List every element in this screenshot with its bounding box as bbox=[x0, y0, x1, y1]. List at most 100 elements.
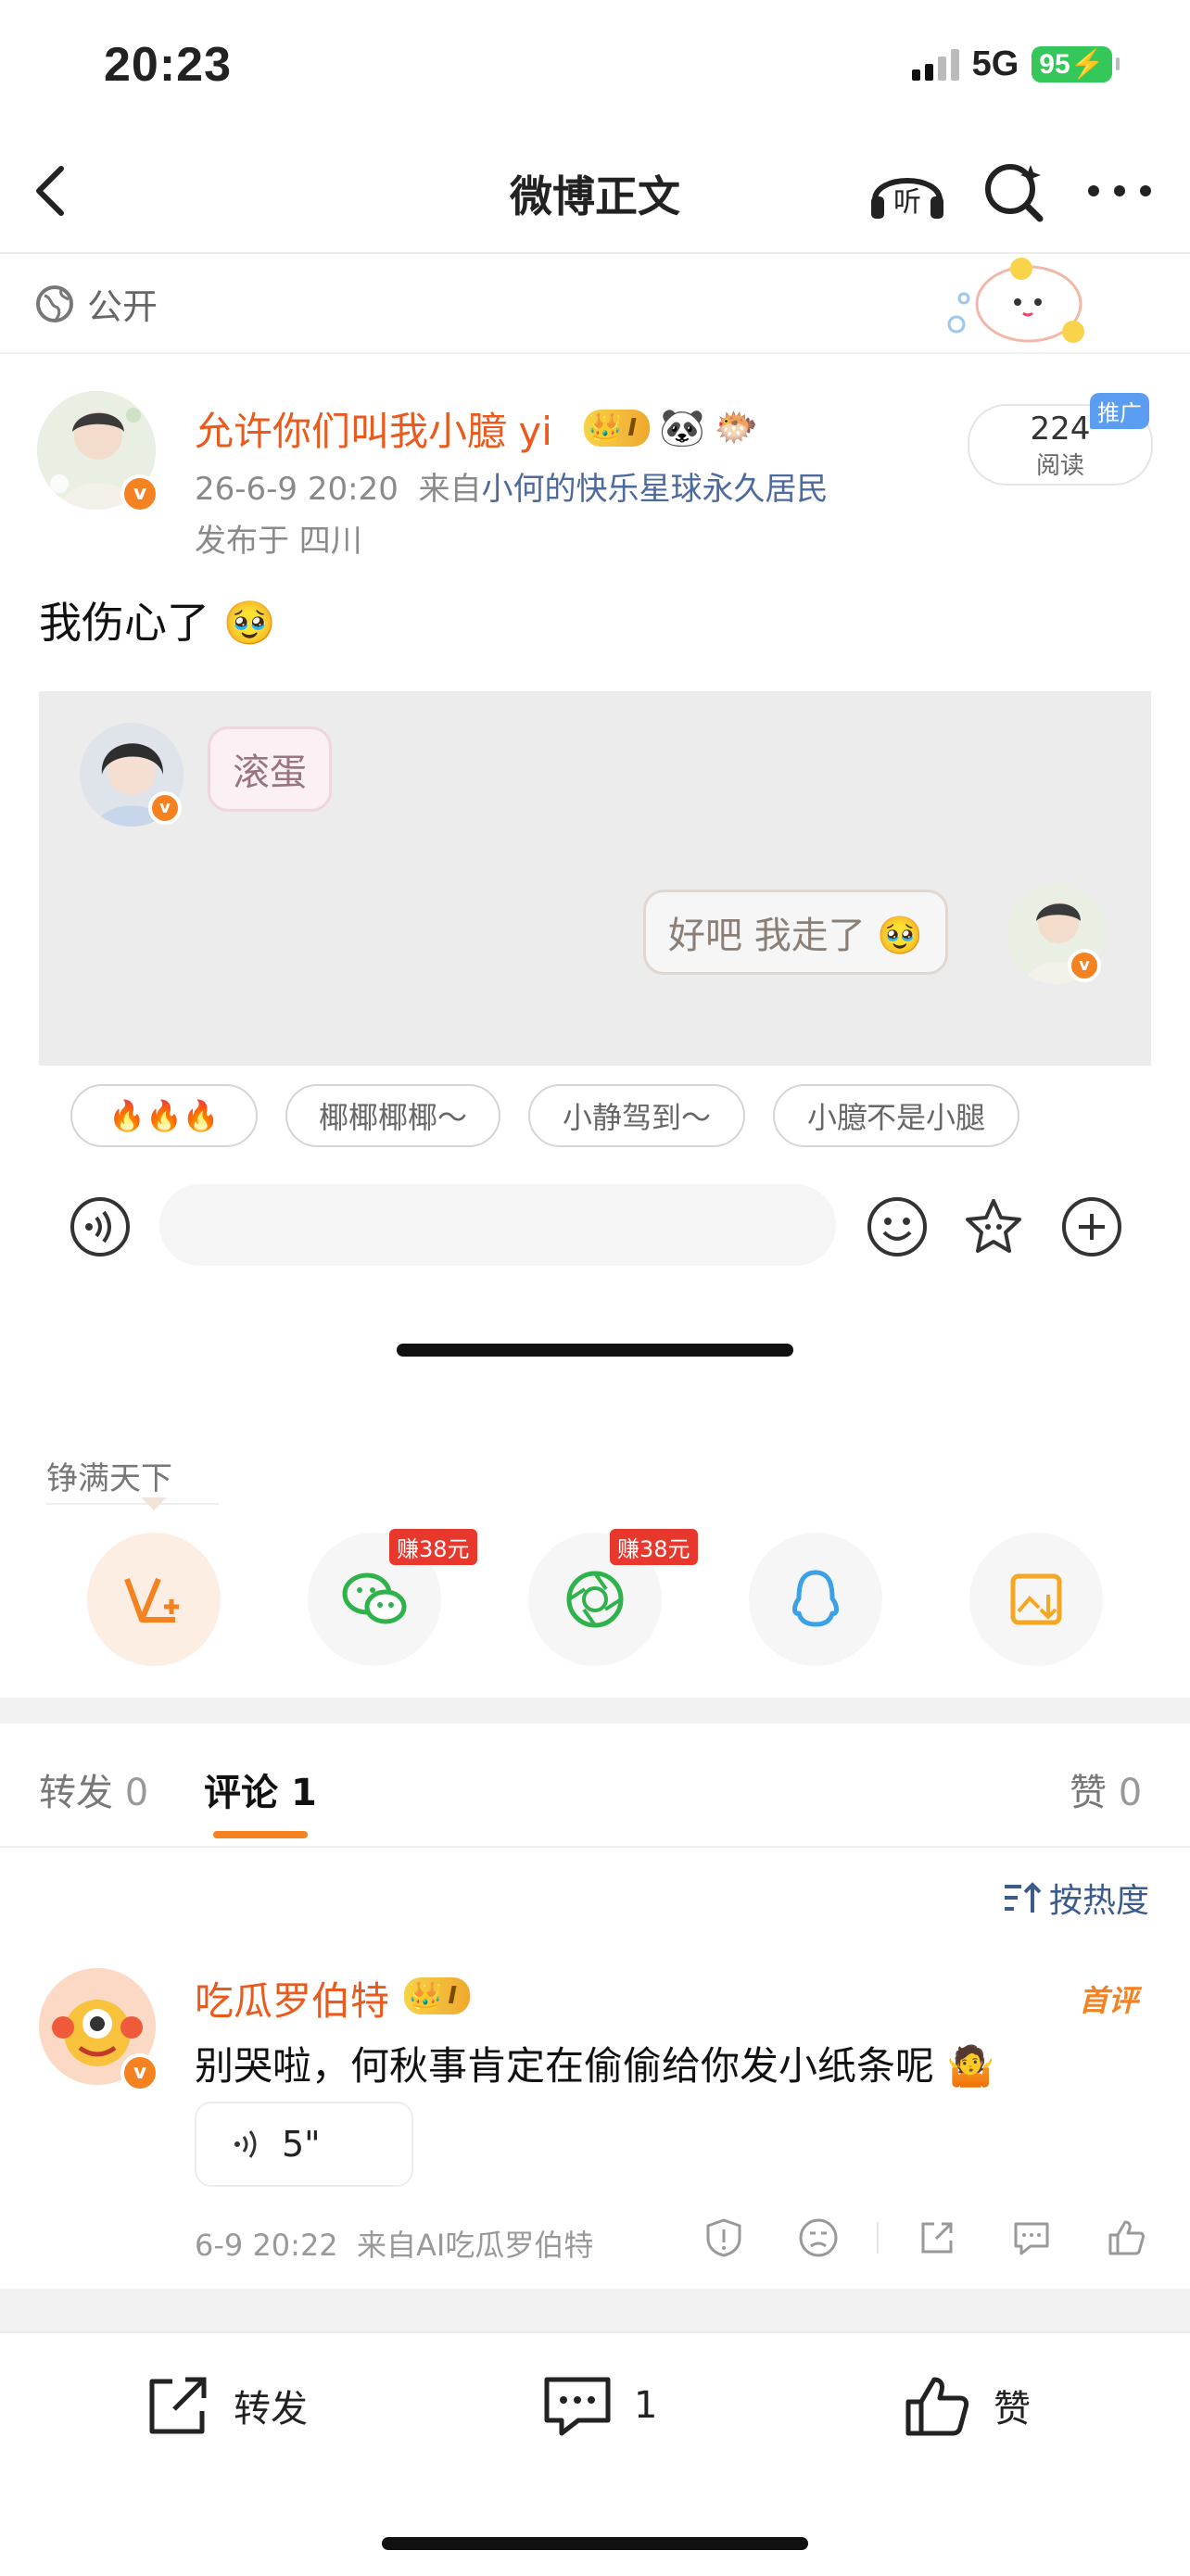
shrug-emoji-icon: 🤷 bbox=[946, 2043, 995, 2089]
quick-reply-chip[interactable]: 椰椰椰椰～ bbox=[285, 1084, 500, 1147]
like-label: 赞 bbox=[994, 2388, 1031, 2431]
crown-icon: 👑 bbox=[588, 411, 623, 444]
emoji-button[interactable] bbox=[866, 1195, 929, 1262]
section-spacer bbox=[0, 2289, 1190, 2331]
sort-icon bbox=[1004, 1882, 1042, 1913]
member-level-badge: 👑 I bbox=[584, 409, 651, 447]
add-button[interactable] bbox=[1060, 1195, 1123, 1262]
quick-reply-chip[interactable]: 🔥🔥🔥 bbox=[70, 1084, 258, 1147]
first-comment-tag: 首评 bbox=[1079, 1983, 1139, 2018]
svg-text:听: 听 bbox=[893, 186, 921, 219]
post-location: 发布于 四川 bbox=[195, 523, 362, 560]
image-bubble-left: 滚蛋 bbox=[208, 726, 332, 812]
wechat-icon bbox=[342, 1572, 407, 1624]
share-vplus-button[interactable] bbox=[87, 1533, 221, 1666]
sticker-star-icon bbox=[966, 1199, 1021, 1253]
home-indicator bbox=[382, 2537, 808, 2550]
post-meta: 26-6-9 20:20 来自小何的快乐星球永久居民 bbox=[195, 471, 829, 508]
earn-tag: 赚38元 bbox=[610, 1529, 698, 1565]
listen-button[interactable]: 听 bbox=[867, 159, 947, 224]
post-source-link[interactable]: 小何的快乐星球永久居民 bbox=[481, 471, 828, 508]
dislike-button[interactable] bbox=[797, 2216, 840, 2263]
comment-meta: 6-9 20:22 来自AI吃瓜罗伯特 bbox=[195, 2228, 594, 2263]
sort-button[interactable]: 按热度 bbox=[1003, 1874, 1149, 1922]
voice-message[interactable]: 5" bbox=[195, 2102, 413, 2187]
plus-circle-icon bbox=[1062, 1197, 1121, 1256]
tab-divider bbox=[0, 1846, 1190, 1848]
smiley-icon bbox=[867, 1197, 927, 1256]
tab-likes[interactable]: 赞 0 bbox=[1070, 1762, 1142, 1816]
verified-badge-icon: v bbox=[120, 474, 159, 513]
chat-bubble-icon bbox=[1014, 2222, 1049, 2255]
image-bubble-right: 好吧 我走了 🥹 bbox=[643, 890, 949, 975]
author-name[interactable]: 允许你们叫我小臆 yi bbox=[195, 400, 552, 457]
comment-text: 别哭啦，何秋事肯定在偷偷给你发小纸条呢 🤷 bbox=[195, 2043, 995, 2089]
voice-input-button[interactable] bbox=[69, 1195, 132, 1262]
more-icon bbox=[1088, 185, 1151, 196]
verified-badge-icon: v bbox=[120, 2053, 159, 2092]
section-spacer bbox=[0, 1698, 1190, 1724]
tab-comments[interactable]: 评论 1 bbox=[204, 1762, 317, 1816]
share-pointer bbox=[141, 1497, 167, 1510]
moments-shutter-icon bbox=[566, 1571, 624, 1628]
save-image-icon bbox=[1010, 1573, 1062, 1625]
qq-penguin-icon bbox=[792, 1570, 839, 1627]
globe-icon bbox=[36, 284, 73, 322]
thumbs-up-icon bbox=[905, 2377, 969, 2436]
commenter-name[interactable]: 吃瓜罗伯特 bbox=[195, 1970, 389, 2027]
headphones-icon: 听 bbox=[871, 178, 943, 219]
thumbs-up-icon bbox=[1108, 2220, 1145, 2255]
voice-wave-icon bbox=[234, 2130, 257, 2158]
fish-icon: 🐡 bbox=[714, 407, 759, 448]
verified-badge-icon: v bbox=[1068, 949, 1101, 982]
search-button[interactable] bbox=[982, 159, 1047, 228]
visibility-indicator: 公开 bbox=[35, 278, 158, 329]
repost-label: 转发 bbox=[234, 2388, 308, 2431]
like-button[interactable]: 赞 bbox=[903, 2372, 1031, 2439]
comment-count: 1 bbox=[634, 2384, 658, 2427]
panda-icon: 🐼 bbox=[659, 407, 705, 449]
image-home-indicator bbox=[397, 1344, 793, 1357]
share-title: 铮满天下 bbox=[46, 1460, 172, 1497]
signal-icon bbox=[911, 48, 959, 81]
voice-wave-icon bbox=[70, 1197, 130, 1256]
search-icon bbox=[985, 164, 1044, 222]
author-badges: 👑 I 🐼 🐡 bbox=[584, 406, 758, 449]
sticker-button[interactable] bbox=[962, 1195, 1025, 1262]
action-divider bbox=[877, 2222, 879, 2254]
tab-repost[interactable]: 转发 0 bbox=[39, 1762, 148, 1816]
section-divider bbox=[0, 352, 1190, 354]
quick-reply-chip[interactable]: 小静驾到～ bbox=[528, 1084, 745, 1147]
comment-input[interactable] bbox=[159, 1184, 836, 1266]
comment-button[interactable]: 1 bbox=[541, 2372, 657, 2439]
visibility-label: 公开 bbox=[87, 286, 158, 327]
post-image[interactable]: v 滚蛋 好吧 我走了 🥹 v bbox=[39, 691, 1151, 1066]
crown-icon: 👑 bbox=[408, 1979, 443, 2013]
sort-label: 按热度 bbox=[1048, 1882, 1149, 1920]
comment-reply-button[interactable] bbox=[1010, 2216, 1053, 2263]
voice-duration: 5" bbox=[282, 2124, 321, 2165]
crying-emoji-icon: 🥹 bbox=[209, 598, 276, 648]
frown-icon bbox=[799, 2218, 838, 2257]
more-button[interactable] bbox=[1086, 183, 1153, 202]
active-tab-indicator bbox=[213, 1831, 308, 1838]
save-image-button[interactable] bbox=[969, 1533, 1103, 1666]
verified-badge-icon: v bbox=[148, 791, 182, 825]
comment-share-button[interactable] bbox=[916, 2216, 958, 2263]
status-time: 20:23 bbox=[104, 38, 232, 92]
share-title-underline bbox=[46, 1503, 219, 1505]
post-text: 我伤心了 🥹 bbox=[39, 598, 276, 648]
alert-shield-icon bbox=[706, 2218, 741, 2257]
battery-icon: 95⚡ bbox=[1032, 46, 1120, 82]
report-button[interactable] bbox=[703, 2216, 745, 2263]
status-indicators: 5G 95⚡ bbox=[911, 44, 1120, 84]
repost-button[interactable]: 转发 bbox=[143, 2372, 308, 2439]
quick-reply-chip[interactable]: 小臆不是小腿 bbox=[773, 1084, 1019, 1147]
share-icon bbox=[149, 2377, 207, 2434]
decoration-sticker bbox=[936, 252, 1094, 354]
share-qq-button[interactable] bbox=[749, 1533, 882, 1666]
promote-tag[interactable]: 推广 bbox=[1090, 393, 1149, 429]
read-label: 阅读 bbox=[1035, 452, 1084, 480]
vplus-icon bbox=[124, 1577, 179, 1623]
comment-like-button[interactable] bbox=[1105, 2216, 1147, 2263]
